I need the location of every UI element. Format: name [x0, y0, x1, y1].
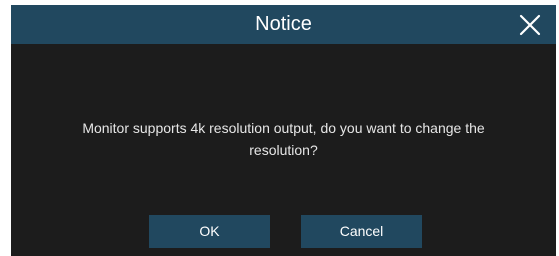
ok-button[interactable]: OK [149, 215, 270, 248]
dialog-message: Monitor supports 4k resolution output, d… [31, 117, 536, 161]
close-icon[interactable] [517, 12, 543, 38]
notice-dialog: Notice Monitor supports 4k resolution ou… [11, 5, 556, 256]
dialog-title: Notice [255, 13, 312, 35]
cancel-button[interactable]: Cancel [301, 215, 422, 248]
message-line-1: Monitor supports 4k resolution output, d… [82, 120, 485, 136]
dialog-titlebar: Notice [11, 5, 556, 44]
message-line-2: resolution? [249, 142, 318, 158]
